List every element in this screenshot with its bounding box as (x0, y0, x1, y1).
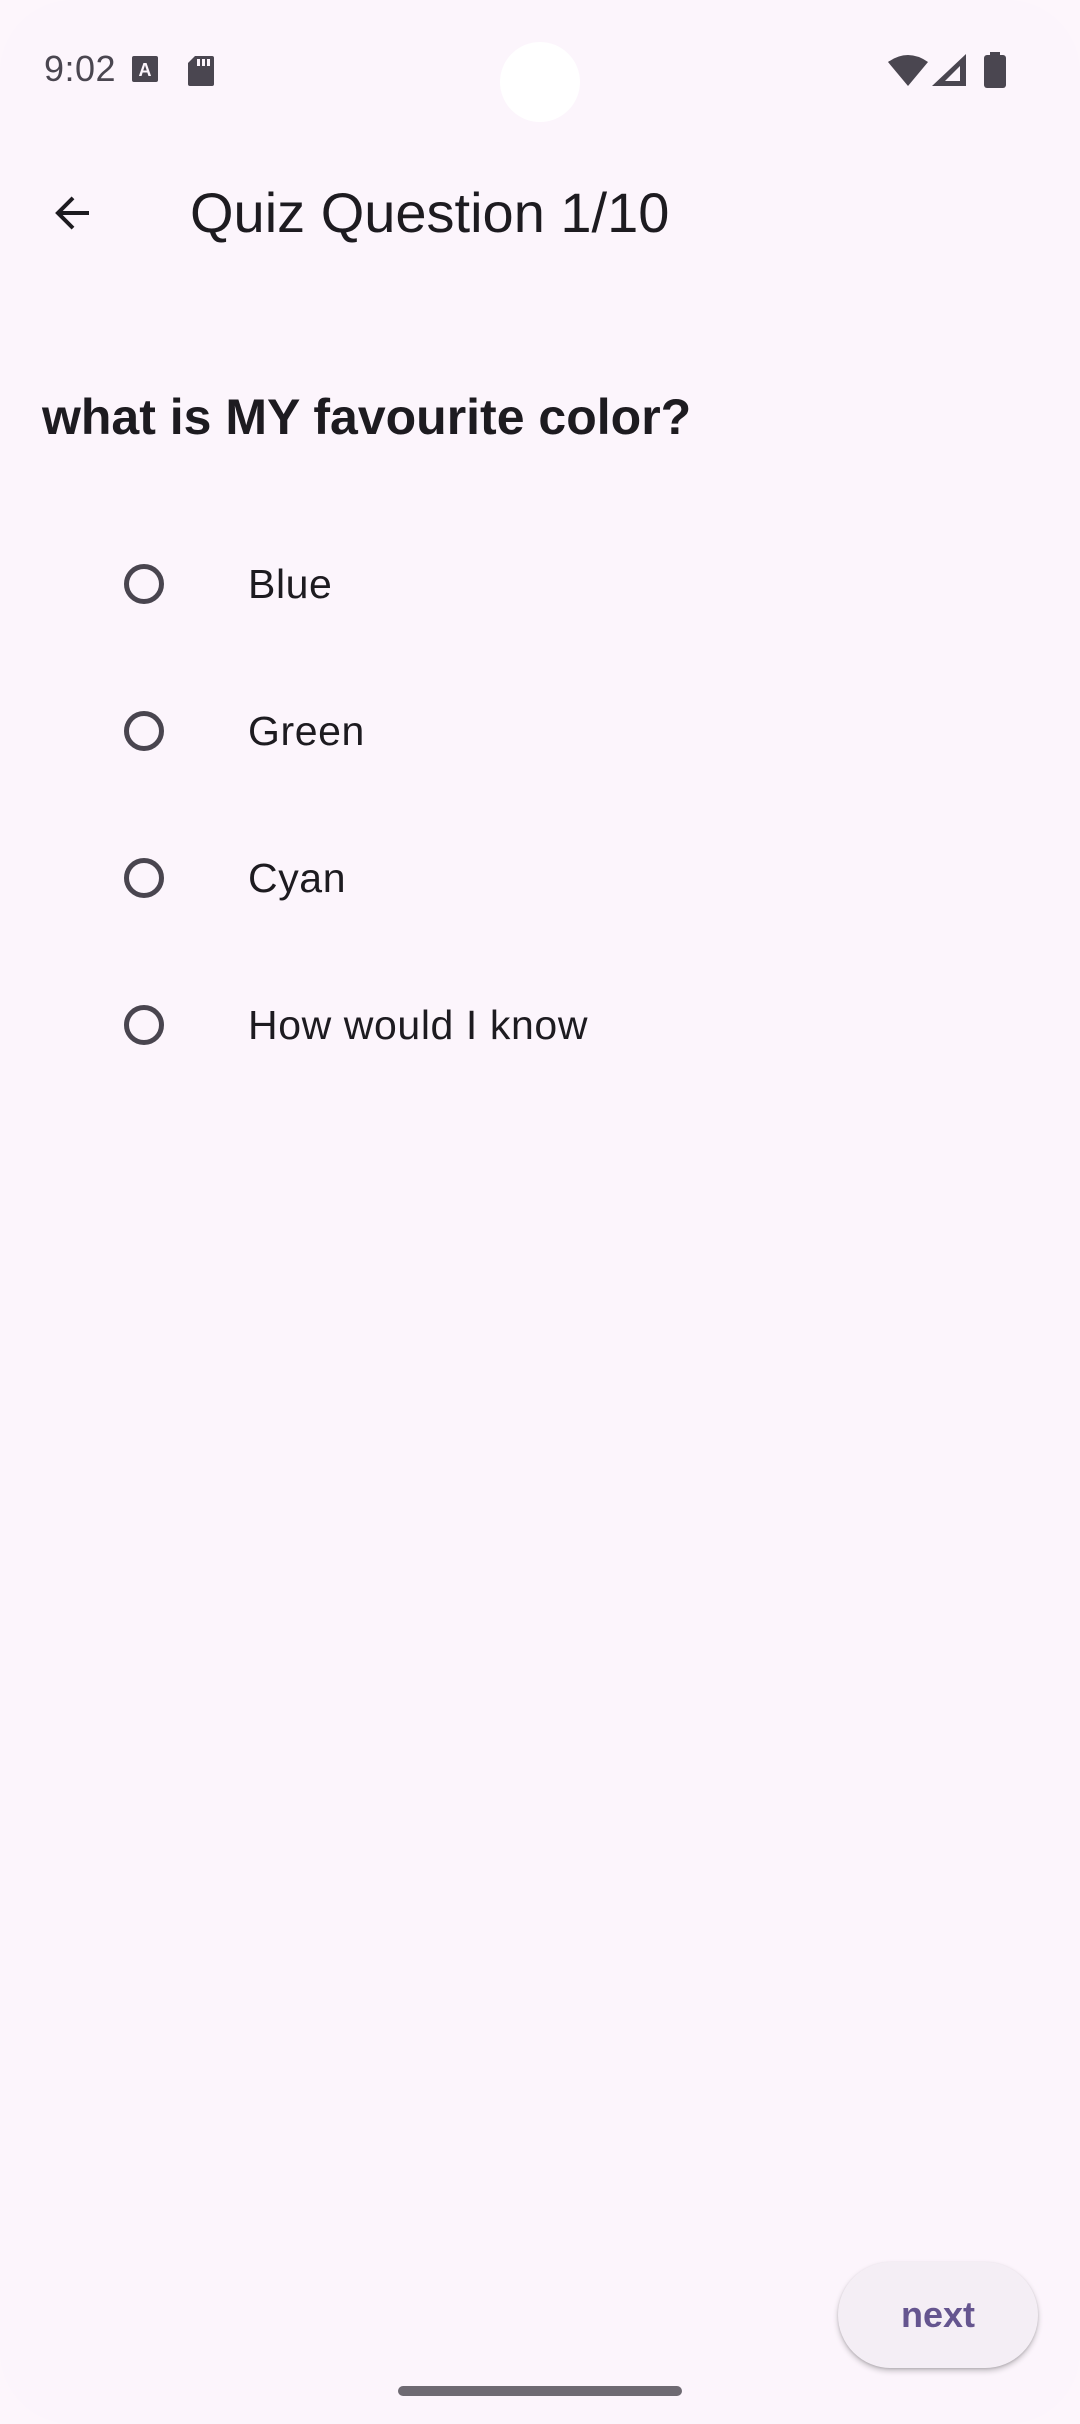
status-bar: 9:02 A (0, 0, 1080, 140)
answer-option-cyan[interactable]: Cyan (100, 818, 1000, 938)
text-a-icon: A (132, 56, 158, 87)
radio-button[interactable] (124, 1005, 164, 1045)
back-button[interactable] (28, 170, 118, 260)
radio-button[interactable] (124, 858, 164, 898)
option-label: How would I know (248, 1001, 589, 1048)
answer-option-green[interactable]: Green (100, 671, 1000, 791)
app-bar-title: Quiz Question 1/10 (190, 181, 670, 244)
quiz-screen: 9:02 A Quiz Question 1/10 what is MY fav… (0, 0, 1080, 2424)
answer-option-how-would-i-know[interactable]: How would I know (100, 965, 1000, 1085)
arrow-back-icon (49, 189, 97, 242)
option-label: Green (248, 707, 365, 754)
next-button[interactable]: next (838, 2262, 1038, 2368)
battery-icon (984, 52, 1006, 93)
camera-cutout (500, 42, 580, 122)
wifi-icon (888, 54, 928, 91)
question-text: what is MY favourite color? (42, 389, 692, 445)
home-indicator[interactable] (398, 2386, 682, 2396)
radio-button[interactable] (124, 711, 164, 751)
svg-text:A: A (139, 60, 152, 80)
option-label: Cyan (248, 854, 347, 901)
answer-option-blue[interactable]: Blue (100, 524, 1000, 644)
top-app-bar: Quiz Question 1/10 (0, 140, 1080, 290)
cell-signal-icon (932, 54, 966, 91)
radio-button[interactable] (124, 564, 164, 604)
status-time: 9:02 (44, 48, 117, 89)
sd-card-icon (188, 56, 214, 91)
option-label: Blue (248, 560, 333, 607)
